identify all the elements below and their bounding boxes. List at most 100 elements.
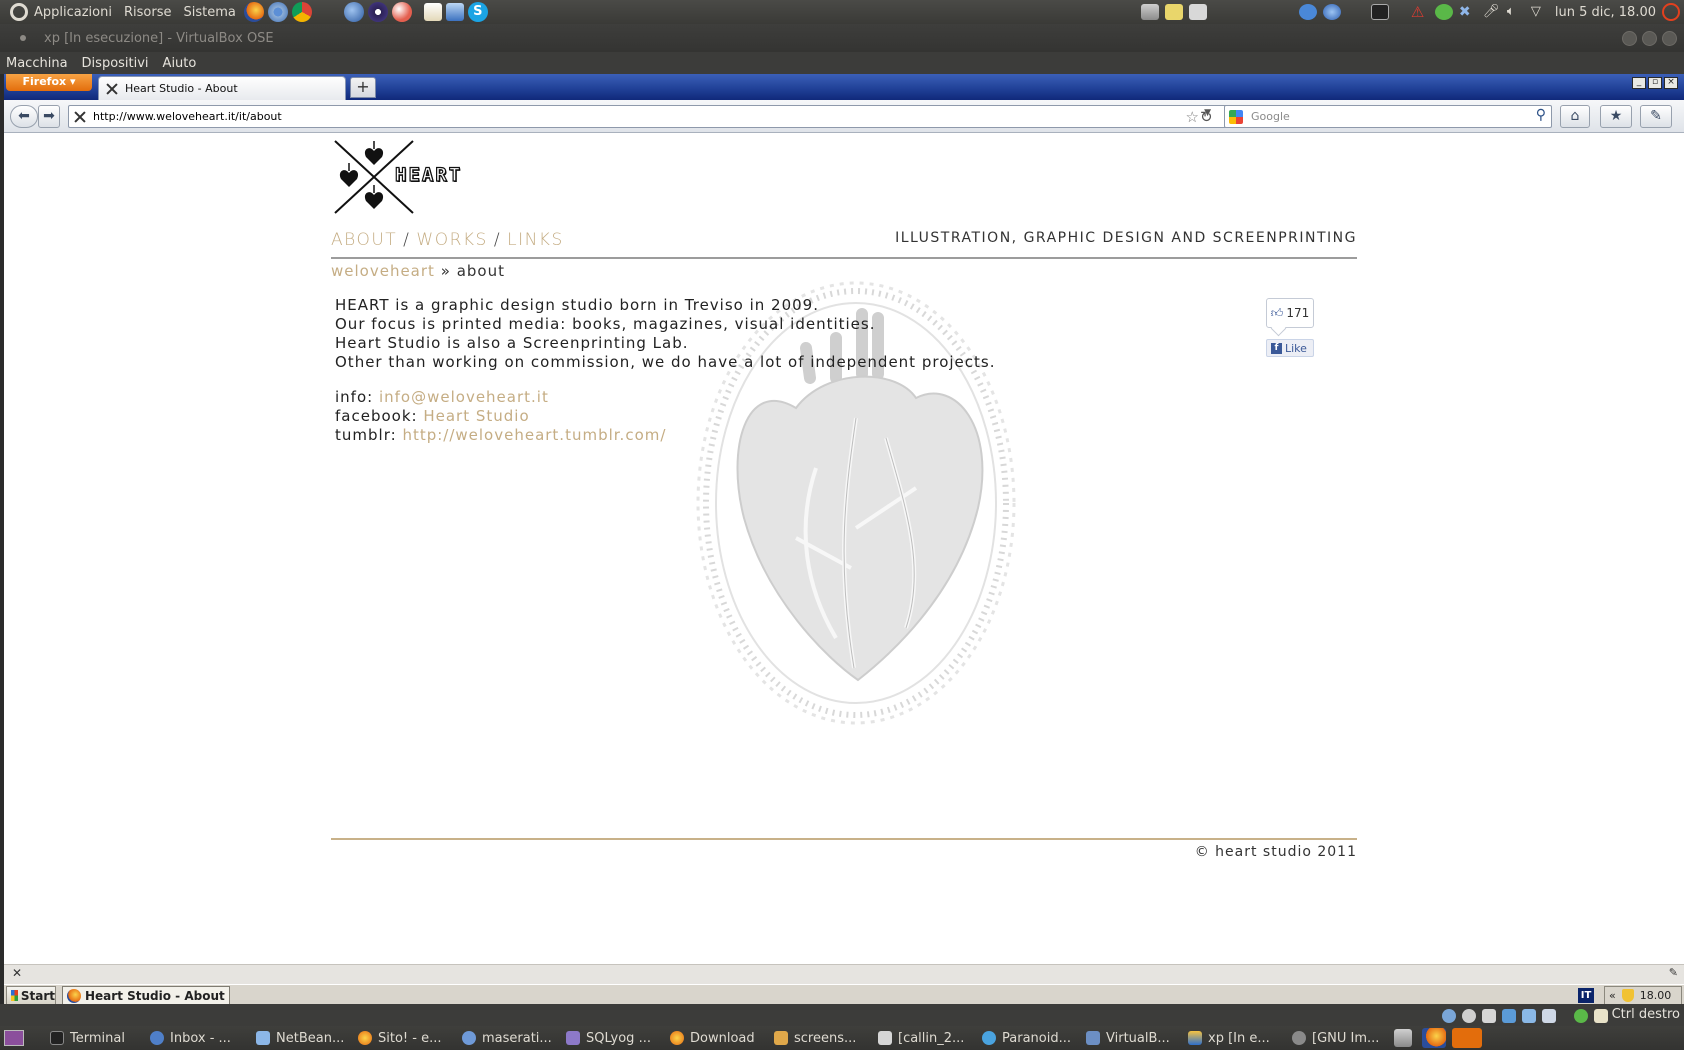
user-avatar-icon[interactable] bbox=[1394, 1029, 1412, 1047]
window-list-item[interactable]: [GNU Im... bbox=[1292, 1028, 1388, 1048]
terminal-icon[interactable] bbox=[1370, 4, 1389, 20]
virtualization-icon[interactable] bbox=[1574, 1009, 1588, 1023]
network-adapter-icon[interactable] bbox=[1502, 1009, 1516, 1023]
firefox-launcher-icon[interactable] bbox=[243, 2, 264, 22]
usb-icon[interactable] bbox=[1522, 1009, 1536, 1023]
xp-clock[interactable]: 18.00 bbox=[1640, 989, 1672, 1002]
close-addon-bar-icon[interactable]: ✕ bbox=[12, 966, 22, 980]
facebook-like-button[interactable]: f Like bbox=[1266, 339, 1314, 357]
chrome-launcher-icon[interactable] bbox=[291, 2, 312, 22]
window-list-item[interactable]: NetBean... bbox=[256, 1028, 352, 1048]
xp-close-icon[interactable]: × bbox=[1664, 77, 1678, 89]
home-button[interactable]: ⌂ bbox=[1560, 105, 1590, 128]
volume-icon[interactable]: 🔈︎ bbox=[1507, 4, 1525, 20]
mouse-capture-icon[interactable] bbox=[1594, 1009, 1608, 1023]
maximize-icon[interactable] bbox=[1642, 31, 1657, 46]
window-list-item-active[interactable]: xp [In e... bbox=[1188, 1028, 1284, 1048]
dropbox-icon[interactable]: ✖ bbox=[1459, 4, 1477, 20]
skype-launcher-icon[interactable]: S bbox=[467, 2, 488, 22]
window-list-item[interactable]: Sito! - e... bbox=[358, 1028, 454, 1048]
taskbar-item-firefox[interactable]: Heart Studio - About ... bbox=[62, 986, 230, 1004]
window-list-item[interactable]: Terminal bbox=[50, 1028, 146, 1048]
bluetooth-icon[interactable] bbox=[1298, 4, 1317, 20]
virtualbox-launcher-icon[interactable] bbox=[445, 3, 464, 21]
tray-expand-button[interactable]: « bbox=[1609, 989, 1616, 1002]
guest-screen[interactable]: Firefox ▾ Heart Studio - About + _ ▫ × ⬅… bbox=[4, 74, 1684, 1004]
back-button[interactable]: ⬅ bbox=[10, 105, 38, 128]
bookmark-star-icon[interactable]: ☆ bbox=[1186, 108, 1199, 126]
thunderbird-launcher-icon[interactable] bbox=[343, 2, 364, 22]
window-list-item[interactable]: SQLyog ... bbox=[566, 1028, 662, 1048]
shared-folder-icon[interactable] bbox=[1542, 1009, 1556, 1023]
menu-sistema[interactable]: Sistema bbox=[177, 5, 241, 20]
chromium-launcher-icon[interactable] bbox=[267, 2, 288, 22]
gimp-launcher-icon[interactable] bbox=[391, 2, 412, 22]
menu-macchina[interactable]: Macchina bbox=[6, 56, 68, 71]
addon-resize-icon[interactable]: ✎ bbox=[1669, 966, 1678, 979]
nav-links[interactable]: LINKS bbox=[507, 230, 564, 250]
security-shield-icon[interactable] bbox=[1621, 989, 1634, 1002]
start-label: Start bbox=[20, 988, 55, 1003]
menu-aiuto[interactable]: Aiuto bbox=[163, 56, 197, 71]
firefox-panel-icon[interactable] bbox=[1422, 1028, 1446, 1048]
nav-about[interactable]: ABOUT bbox=[331, 230, 397, 250]
tab-heart-studio[interactable]: Heart Studio - About bbox=[98, 76, 346, 100]
search-magnifier-icon[interactable]: ⚲ bbox=[1536, 107, 1546, 123]
about-content: HEART is a graphic design studio born in… bbox=[335, 296, 995, 445]
menu-dispositivi[interactable]: Dispositivi bbox=[82, 56, 149, 71]
power-icon[interactable] bbox=[1662, 3, 1680, 21]
email-link[interactable]: info@weloveheart.it bbox=[379, 388, 549, 406]
google-engine-icon[interactable] bbox=[1229, 110, 1243, 124]
vbox-window-titlebar[interactable]: xp [In esecuzione] - VirtualBox OSE bbox=[0, 24, 1684, 52]
nav-works[interactable]: WORKS bbox=[416, 230, 487, 250]
hard-disk-icon[interactable] bbox=[1442, 1009, 1456, 1023]
optical-drive-icon[interactable] bbox=[1462, 1009, 1476, 1023]
window-list-item[interactable]: Paranoid... bbox=[982, 1028, 1078, 1048]
eclipse-launcher-icon[interactable] bbox=[367, 2, 388, 22]
panel-clock[interactable]: lun 5 dic, 18.00 bbox=[1555, 5, 1656, 20]
site-favicon-icon bbox=[105, 82, 119, 96]
minimize-icon[interactable] bbox=[1622, 31, 1637, 46]
update-shield-icon[interactable] bbox=[1434, 4, 1453, 20]
window-list-item[interactable]: Inbox - ... bbox=[150, 1028, 246, 1048]
warning-icon[interactable]: ⚠ bbox=[1411, 4, 1429, 20]
floppy-icon[interactable] bbox=[1482, 1009, 1496, 1023]
messaging-icon[interactable] bbox=[1188, 4, 1207, 20]
user-avatar-icon[interactable] bbox=[1140, 4, 1159, 20]
editor-launcher-icon[interactable] bbox=[423, 3, 442, 21]
start-button[interactable]: Start bbox=[6, 986, 56, 1004]
window-list-item[interactable]: maserati... bbox=[462, 1028, 558, 1048]
search-input[interactable]: Google ⚲ bbox=[1224, 105, 1552, 128]
nav-separator: / bbox=[493, 230, 502, 250]
window-list-item[interactable]: [callin_2... bbox=[878, 1028, 974, 1048]
show-desktop-icon[interactable] bbox=[4, 1030, 24, 1046]
menu-applicazioni[interactable]: Applicazioni bbox=[28, 5, 118, 20]
tumblr-link[interactable]: http://weloveheart.tumblr.com/ bbox=[402, 426, 666, 444]
breadcrumb-home-link[interactable]: weloveheart bbox=[331, 262, 435, 280]
window-list-item[interactable]: screens... bbox=[774, 1028, 870, 1048]
window-list-item[interactable]: Download bbox=[670, 1028, 766, 1048]
xp-minimize-icon[interactable]: _ bbox=[1632, 77, 1646, 89]
window-list-label: NetBean... bbox=[276, 1030, 345, 1046]
firefox-menu-button[interactable]: Firefox ▾ bbox=[6, 74, 92, 91]
about-paragraph: Our focus is printed media: books, magaz… bbox=[335, 315, 876, 333]
window-menu-icon[interactable] bbox=[20, 35, 26, 41]
forward-button[interactable]: ➡ bbox=[38, 105, 60, 128]
facebook-link[interactable]: Heart Studio bbox=[423, 407, 529, 425]
new-tab-button[interactable]: + bbox=[350, 77, 376, 98]
addon-button[interactable]: ✎ bbox=[1640, 105, 1672, 128]
close-icon[interactable] bbox=[1662, 31, 1677, 46]
network-globe-icon[interactable] bbox=[1322, 4, 1341, 20]
ubuntu-logo-icon[interactable] bbox=[10, 3, 28, 21]
windows-xp-panel-icon[interactable] bbox=[1452, 1028, 1482, 1048]
url-bar[interactable]: http://www.weloveheart.it/it/about ☆ ▼ bbox=[68, 105, 1230, 128]
menu-risorse[interactable]: Risorse bbox=[118, 5, 178, 20]
wifi-icon[interactable]: ▽ bbox=[1531, 4, 1549, 20]
window-list-item[interactable]: VirtualB... bbox=[1086, 1028, 1182, 1048]
mail-envelope-icon[interactable] bbox=[1164, 4, 1183, 20]
xp-restore-icon[interactable]: ▫ bbox=[1648, 77, 1662, 89]
language-indicator[interactable]: IT bbox=[1578, 988, 1594, 1003]
bookmarks-button[interactable]: ★ bbox=[1600, 105, 1632, 128]
microphone-icon[interactable]: 🎤︎ bbox=[1483, 4, 1501, 20]
reload-icon[interactable]: ↻ bbox=[1200, 108, 1213, 126]
